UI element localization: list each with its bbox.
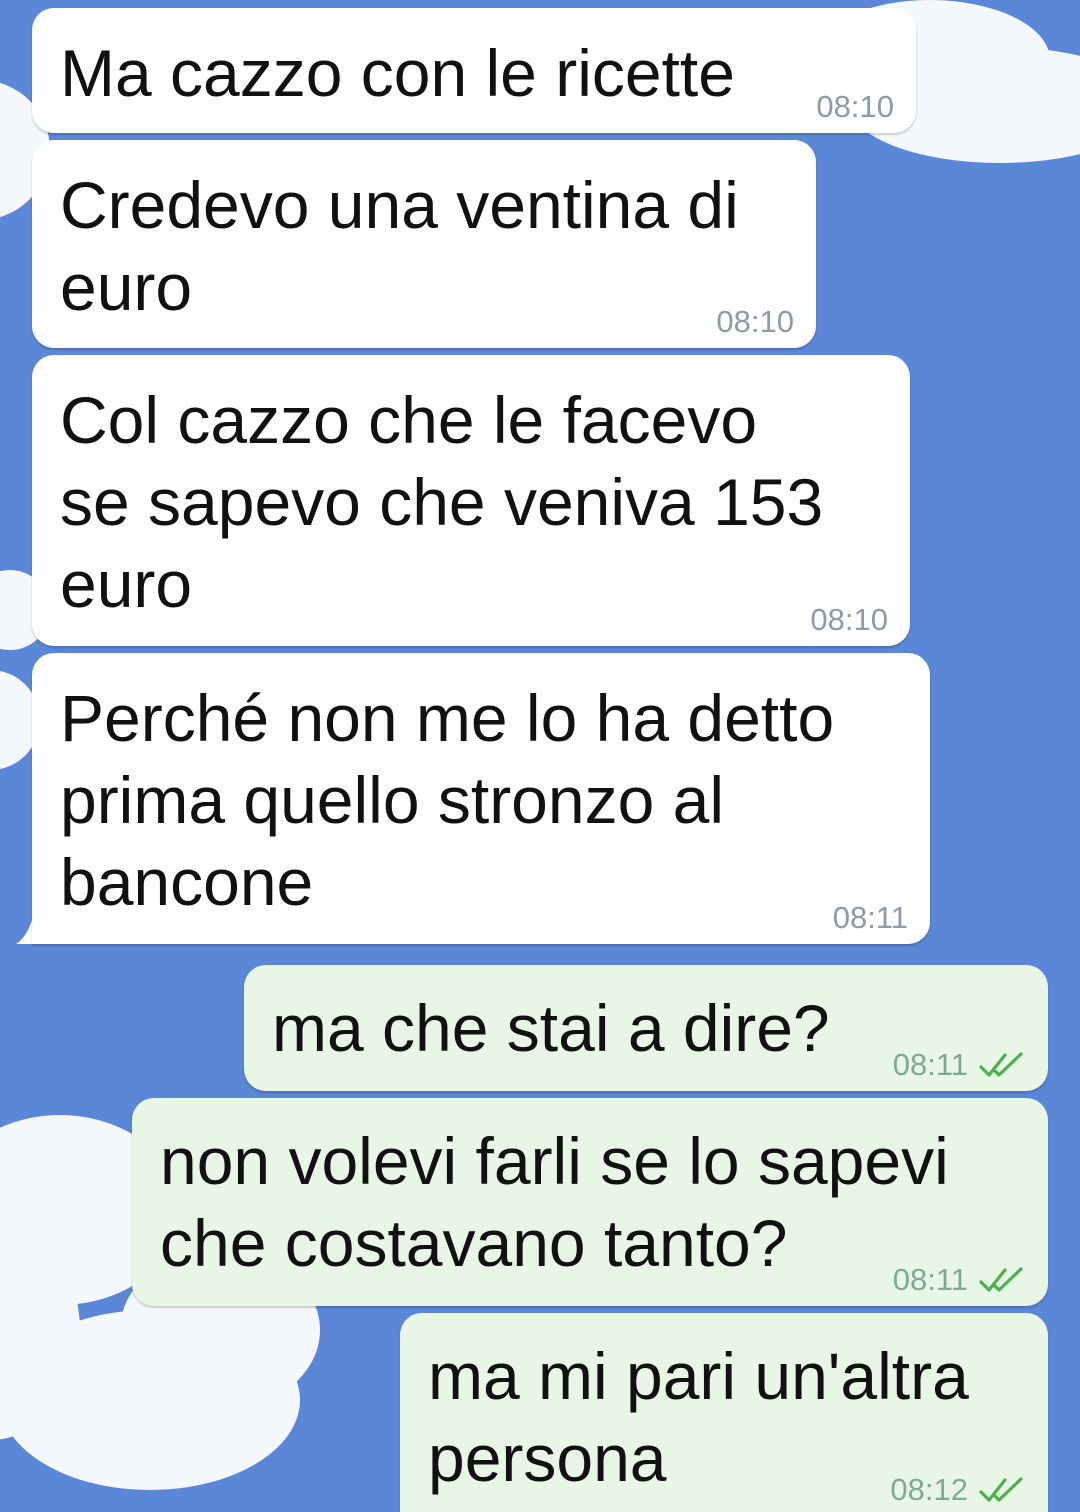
message-meta: 08:11 [833, 900, 908, 936]
message-bubble-outgoing[interactable]: ma mi pari un'altra persona 08:12 [400, 1313, 1048, 1512]
message-time: 08:10 [816, 89, 894, 124]
message-text: bancone [60, 845, 314, 919]
message-bubble-outgoing[interactable]: ma che stai a dire? 08:11 [244, 965, 1048, 1091]
message-meta: 08:10 [816, 89, 894, 125]
message-text: Perché non me lo ha detto [60, 681, 835, 755]
message-text: Col cazzo che le facevo [60, 383, 758, 457]
double-check-icon [979, 1477, 1023, 1502]
double-check-icon [979, 1052, 1023, 1077]
message-text: Credevo una ventina di [60, 168, 739, 242]
message-time: 08:11 [892, 1262, 968, 1297]
message-bubble-incoming[interactable]: Credevo una ventina di euro 08:10 [32, 140, 816, 348]
message-text: non volevi farli se lo sapevi [160, 1124, 949, 1198]
message-time: 08:11 [832, 900, 908, 935]
message-bubble-incoming[interactable]: Col cazzo che le facevo se sapevo che ve… [32, 355, 910, 646]
message-text: prima quello stronzo al [60, 763, 724, 837]
message-meta: 08:11 [893, 1047, 1026, 1083]
message-meta: 08:11 [893, 1262, 1026, 1298]
message-bubble-incoming[interactable]: Perché non me lo ha detto prima quello s… [32, 653, 930, 944]
message-text: euro [60, 547, 193, 621]
message-text: euro [60, 250, 193, 324]
message-text: Ma cazzo con le ricette [60, 36, 735, 110]
message-meta: 08:12 [890, 1472, 1026, 1508]
message-time: 08:10 [810, 602, 888, 637]
message-bubble-outgoing[interactable]: non volevi farli se lo sapevi che costav… [132, 1098, 1048, 1306]
message-time: 08:11 [892, 1047, 968, 1082]
message-time: 08:10 [716, 304, 794, 339]
message-text: ma mi pari un'altra [428, 1339, 969, 1413]
message-meta: 08:10 [810, 602, 888, 638]
message-meta: 08:10 [716, 304, 794, 340]
double-check-icon [979, 1267, 1023, 1292]
message-text: se sapevo che veniva 153 [60, 465, 824, 539]
message-bubble-incoming[interactable]: Ma cazzo con le ricette 08:10 [32, 8, 916, 133]
message-time: 08:12 [890, 1472, 968, 1507]
